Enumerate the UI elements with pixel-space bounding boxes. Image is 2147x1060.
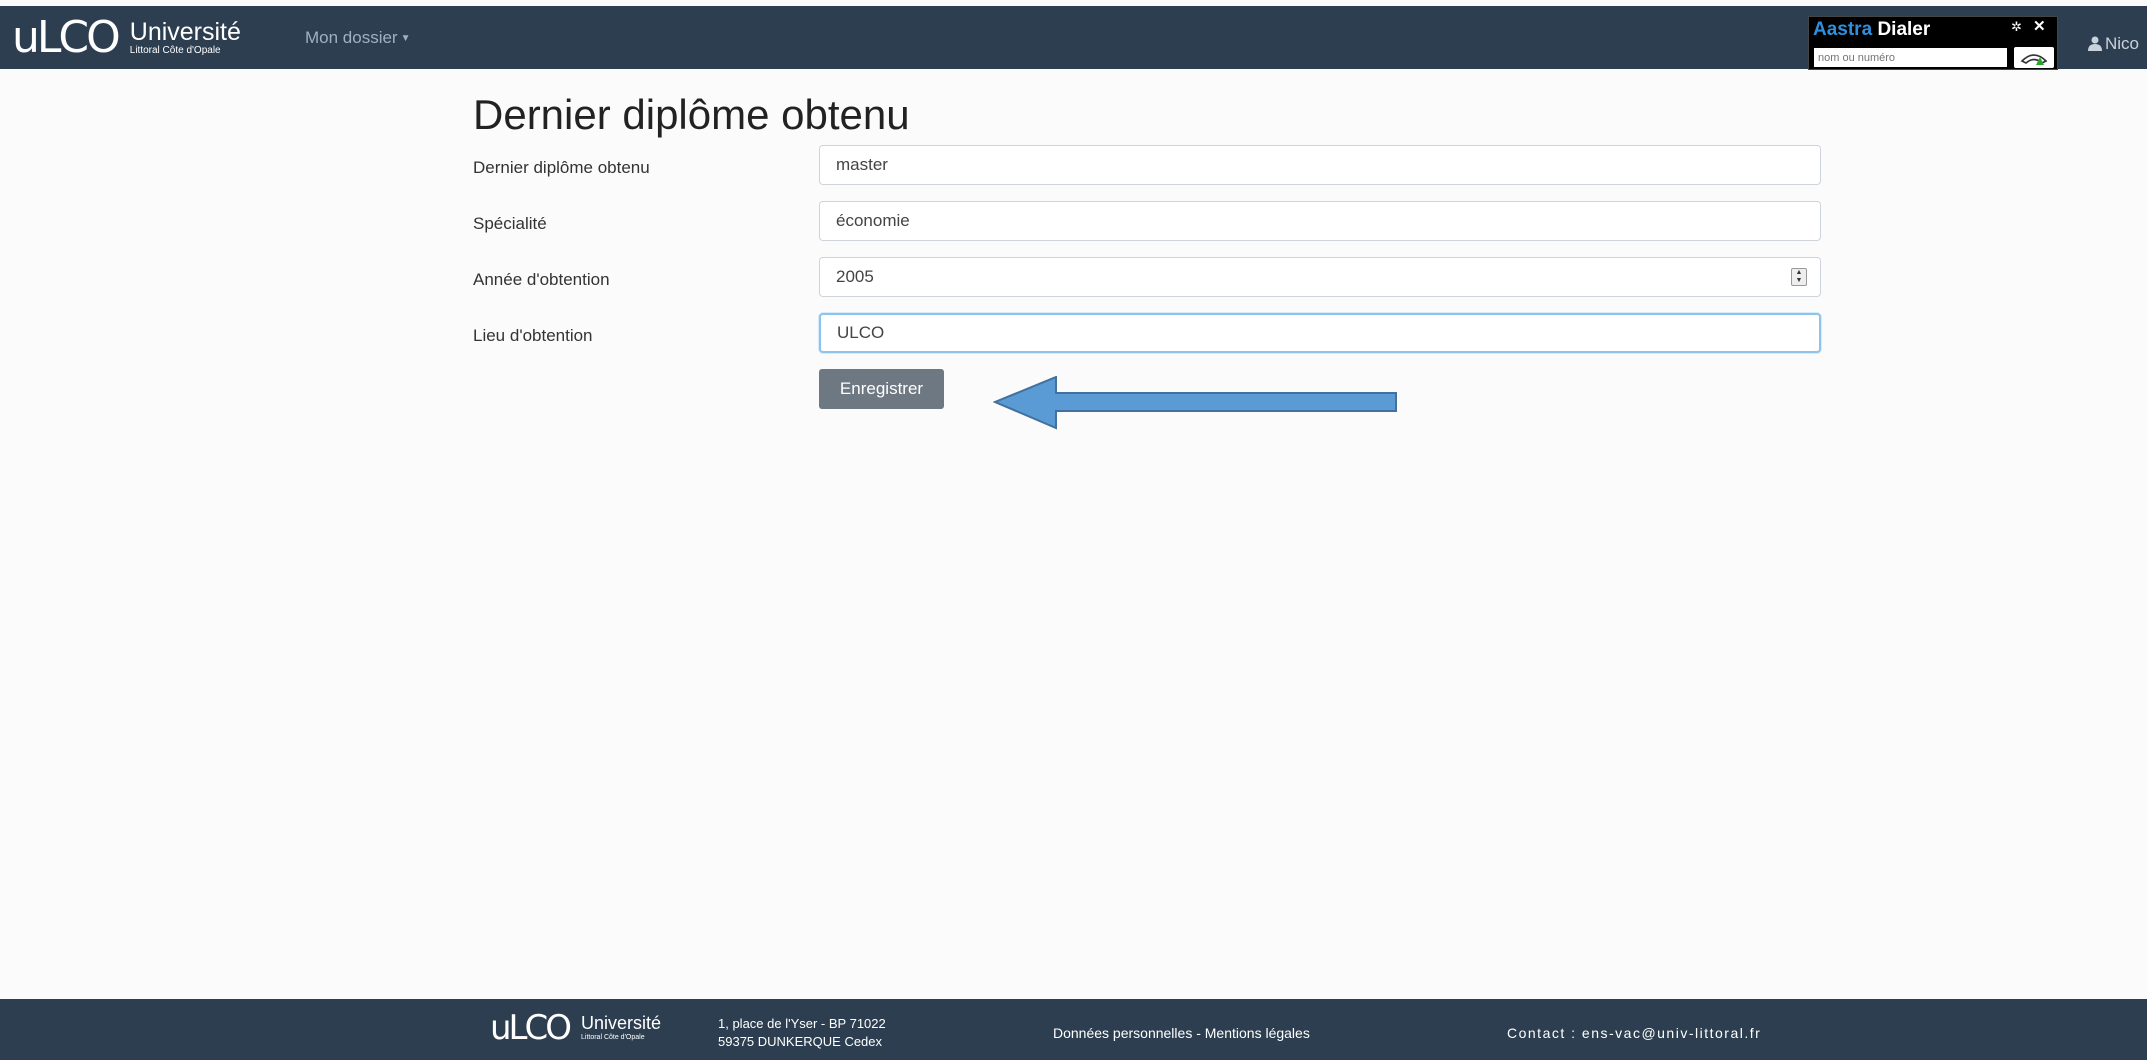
dialer-title: Aastra Dialer bbox=[1813, 19, 1930, 41]
footer-logo-text: Université Littoral Côte d'Opale bbox=[581, 1014, 661, 1042]
footer-contact[interactable]: Contact : ens-vac@univ-littoral.fr bbox=[1507, 1025, 1761, 1041]
footer-logo-mark: uLCO bbox=[490, 1008, 572, 1048]
page-title: Dernier diplôme obtenu bbox=[473, 91, 910, 138]
specialite-label: Spécialité bbox=[473, 214, 547, 233]
footer-logo-title: Université bbox=[581, 1013, 662, 1033]
footer-logo-subtitle: Littoral Côte d'Opale bbox=[581, 1034, 645, 1041]
enregistrer-button[interactable]: Enregistrer bbox=[819, 369, 944, 409]
form-row-annee: Année d'obtention ▲▼ bbox=[473, 257, 1821, 313]
footer-legal-link[interactable]: Données personnelles - Mentions légales bbox=[1053, 1025, 1310, 1041]
lieu-input[interactable] bbox=[819, 313, 1821, 353]
mon-dossier-dropdown[interactable]: Mon dossier ▼ bbox=[305, 28, 411, 48]
aastra-dialer-widget: Aastra Dialer ✲ ✕ bbox=[1808, 16, 2058, 70]
user-menu[interactable]: Nico bbox=[2088, 34, 2139, 54]
diplome-input[interactable] bbox=[819, 145, 1821, 185]
lieu-label: Lieu d'obtention bbox=[473, 326, 593, 345]
specialite-input[interactable] bbox=[819, 201, 1821, 241]
mon-dossier-label: Mon dossier bbox=[305, 28, 398, 47]
footer-address: 1, place de l'Yser - BP 71022 59375 DUNK… bbox=[718, 1015, 886, 1051]
diplome-label: Dernier diplôme obtenu bbox=[473, 158, 650, 177]
form-row-diplome: Dernier diplôme obtenu bbox=[473, 145, 1821, 201]
logo-title: Université bbox=[129, 17, 241, 46]
address-line-1: 1, place de l'Yser - BP 71022 bbox=[718, 1016, 886, 1031]
gear-icon[interactable]: ✲ bbox=[2011, 19, 2022, 35]
address-line-2: 59375 DUNKERQUE Cedex bbox=[718, 1034, 883, 1049]
dialer-number-input[interactable] bbox=[1814, 48, 2007, 67]
dialer-brand-aastra: Aastra bbox=[1813, 19, 1873, 40]
user-icon bbox=[2088, 36, 2102, 51]
annotation-arrow bbox=[993, 376, 1397, 430]
top-navbar: uLCO Université Littoral Côte d'Opale Mo… bbox=[0, 6, 2147, 70]
form-row-lieu: Lieu d'obtention bbox=[473, 313, 1821, 369]
form-row-specialite: Spécialité bbox=[473, 201, 1821, 257]
logo-subtitle: Littoral Côte d'Opale bbox=[129, 44, 221, 56]
number-spinner-icon[interactable]: ▲ ▼ bbox=[1791, 268, 1807, 286]
footer: uLCO Université Littoral Côte d'Opale 1,… bbox=[0, 999, 2147, 1060]
user-name: Nico bbox=[2105, 34, 2140, 53]
annee-field-wrapper: ▲▼ bbox=[819, 257, 1821, 297]
annee-number-input[interactable] bbox=[819, 257, 1821, 297]
ulco-logo-mark: uLCO bbox=[12, 12, 121, 63]
diploma-form-container: Dernier diplôme obtenu Dernier diplôme o… bbox=[473, 90, 1821, 425]
logo-text: Université Littoral Côte d'Opale bbox=[129, 17, 241, 57]
dialer-brand-dialer: Dialer bbox=[1877, 19, 1931, 40]
caret-down-icon: ▼ bbox=[400, 33, 411, 44]
footer-ulco-logo[interactable]: uLCO Université Littoral Côte d'Opale bbox=[490, 1011, 661, 1045]
phone-call-icon[interactable] bbox=[2014, 47, 2054, 68]
ulco-logo[interactable]: uLCO Université Littoral Côte d'Opale bbox=[12, 16, 241, 60]
close-icon[interactable]: ✕ bbox=[2033, 17, 2046, 35]
annee-label: Année d'obtention bbox=[473, 270, 610, 289]
